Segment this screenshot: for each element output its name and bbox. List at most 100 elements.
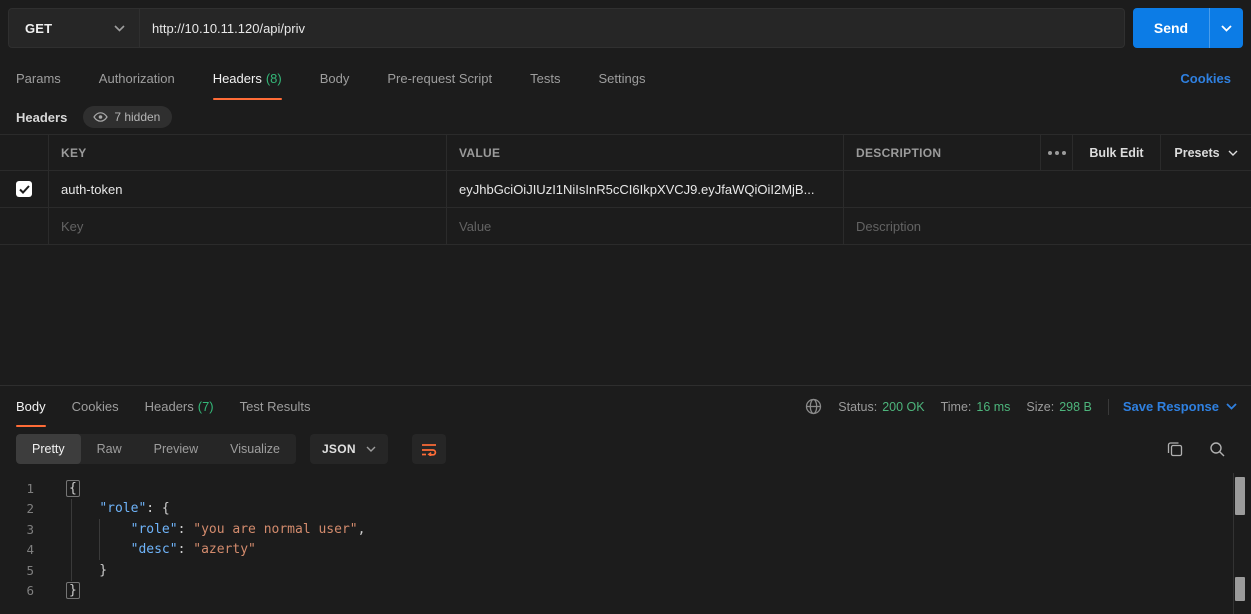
- tab-label: Params: [16, 71, 61, 86]
- code-line: 1{: [0, 478, 1251, 499]
- chevron-down-icon: [1221, 25, 1232, 32]
- response-tab-body[interactable]: Body: [16, 386, 46, 427]
- save-response-label: Save Response: [1123, 399, 1219, 414]
- tab-prerequest-script[interactable]: Pre-request Script: [387, 56, 492, 100]
- send-options-button[interactable]: [1209, 8, 1243, 48]
- response-section: Body Cookies Headers (7) Test Results St…: [0, 385, 1251, 614]
- row-checkbox-checked[interactable]: [16, 181, 32, 197]
- tab-label: Tests: [530, 71, 560, 86]
- request-pane-empty-space: [0, 245, 1251, 385]
- url-input[interactable]: http://10.10.11.120/api/priv: [140, 8, 1125, 48]
- presets-dropdown[interactable]: Presets: [1160, 135, 1251, 170]
- time-readout: Time: 16 ms: [941, 400, 1011, 414]
- tab-tests[interactable]: Tests: [530, 56, 560, 100]
- response-headers-count-badge: (7): [198, 399, 214, 414]
- toolbar-right-icons: [1167, 441, 1225, 457]
- value-placeholder-cell[interactable]: Value: [446, 208, 843, 244]
- tab-label: Settings: [598, 71, 645, 86]
- view-pretty[interactable]: Pretty: [16, 434, 81, 464]
- line-number: 6: [0, 583, 48, 598]
- bulk-edit-button[interactable]: Bulk Edit: [1072, 135, 1160, 170]
- hidden-headers-label: 7 hidden: [114, 110, 160, 124]
- tab-settings[interactable]: Settings: [598, 56, 645, 100]
- method-label: GET: [25, 21, 52, 36]
- postman-window: GET http://10.10.11.120/api/priv Send Pa…: [0, 0, 1251, 614]
- response-toolbar: Pretty Raw Preview Visualize JSON: [0, 427, 1251, 471]
- headers-table: KEY VALUE DESCRIPTION Bulk Edit Presets …: [0, 134, 1251, 245]
- response-tabs-row: Body Cookies Headers (7) Test Results St…: [0, 386, 1251, 427]
- tab-label: Cookies: [72, 399, 119, 414]
- cookies-link[interactable]: Cookies: [1180, 56, 1231, 100]
- view-raw[interactable]: Raw: [81, 434, 138, 464]
- response-tab-cookies[interactable]: Cookies: [72, 386, 119, 427]
- view-visualize[interactable]: Visualize: [214, 434, 296, 464]
- tab-headers[interactable]: Headers (8): [213, 56, 282, 100]
- empty-header-row: Key Value Description: [0, 208, 1251, 245]
- description-placeholder-cell[interactable]: Description: [843, 208, 1251, 244]
- tab-label: Test Results: [240, 399, 311, 414]
- tab-label: Body: [320, 71, 350, 86]
- select-all-cell: [0, 135, 48, 170]
- text-wrap-icon: [421, 443, 437, 456]
- code-line: 2 "role": {: [0, 499, 1251, 520]
- request-bar: GET http://10.10.11.120/api/priv Send: [0, 0, 1251, 56]
- tab-label: Pre-request Script: [387, 71, 492, 86]
- view-preview[interactable]: Preview: [138, 434, 214, 464]
- wrap-text-button[interactable]: [412, 434, 446, 464]
- column-header-key: KEY: [48, 135, 446, 170]
- status-value: 200 OK: [882, 400, 924, 414]
- code-line: 6}: [0, 581, 1251, 602]
- code-text: "role": {: [48, 501, 170, 516]
- code-text: "role": "you are normal user",: [48, 522, 365, 537]
- chevron-down-icon: [1228, 150, 1238, 156]
- send-button[interactable]: Send: [1133, 8, 1209, 48]
- column-header-description: DESCRIPTION: [843, 135, 1040, 170]
- indent-guide: [99, 519, 100, 560]
- tab-authorization[interactable]: Authorization: [99, 56, 175, 100]
- header-description-cell[interactable]: [843, 171, 1251, 207]
- response-code: 1{2 "role": {3 "role": "you are normal u…: [0, 478, 1251, 601]
- headers-section-title: Headers: [16, 110, 67, 125]
- response-meta: Status: 200 OK Time: 16 ms Size: 298 B S…: [805, 386, 1237, 427]
- tab-label: Headers: [145, 399, 194, 414]
- chevron-down-icon: [114, 25, 125, 32]
- scrollbar-track: [1233, 473, 1234, 614]
- save-response-dropdown[interactable]: Save Response: [1123, 399, 1237, 414]
- more-options-icon[interactable]: [1040, 135, 1072, 170]
- key-placeholder-cell[interactable]: Key: [48, 208, 446, 244]
- response-tab-headers[interactable]: Headers (7): [145, 386, 214, 427]
- code-line: 4 "desc": "azerty": [0, 540, 1251, 561]
- time-value: 16 ms: [976, 400, 1010, 414]
- divider: [1108, 399, 1109, 415]
- headers-count-badge: (8): [266, 71, 282, 86]
- code-text: {: [48, 481, 78, 496]
- globe-icon[interactable]: [805, 398, 822, 415]
- hidden-headers-toggle[interactable]: 7 hidden: [83, 106, 172, 128]
- response-tab-test-results[interactable]: Test Results: [240, 386, 311, 427]
- header-value-cell[interactable]: eyJhbGciOiJIUzI1NiIsInR5cCI6IkpXVCJ9.eyJ…: [446, 171, 843, 207]
- search-icon[interactable]: [1209, 441, 1225, 457]
- line-number: 1: [0, 481, 48, 496]
- format-dropdown[interactable]: JSON: [310, 434, 388, 464]
- chevron-down-icon: [1226, 403, 1237, 410]
- code-text: "desc": "azerty": [48, 542, 256, 557]
- response-body-editor[interactable]: 1{2 "role": {3 "role": "you are normal u…: [0, 471, 1251, 614]
- indent-guide: [71, 499, 72, 581]
- send-split-button: Send: [1133, 8, 1243, 48]
- tab-body[interactable]: Body: [320, 56, 350, 100]
- code-line: 5 }: [0, 560, 1251, 581]
- copy-icon[interactable]: [1167, 441, 1183, 457]
- line-number: 2: [0, 501, 48, 516]
- method-selector[interactable]: GET: [8, 8, 140, 48]
- code-text: }: [48, 563, 107, 578]
- header-key-cell[interactable]: auth-token: [48, 171, 446, 207]
- scrollbar-thumb[interactable]: [1235, 577, 1245, 601]
- line-number: 5: [0, 563, 48, 578]
- scrollbar-thumb[interactable]: [1235, 477, 1245, 515]
- size-readout: Size: 298 B: [1026, 400, 1091, 414]
- tab-params[interactable]: Params: [16, 56, 61, 100]
- column-header-value: VALUE: [446, 135, 843, 170]
- status-readout: Status: 200 OK: [838, 400, 924, 414]
- chevron-down-icon: [366, 446, 376, 452]
- request-tabs: Params Authorization Headers (8) Body Pr…: [0, 56, 1251, 100]
